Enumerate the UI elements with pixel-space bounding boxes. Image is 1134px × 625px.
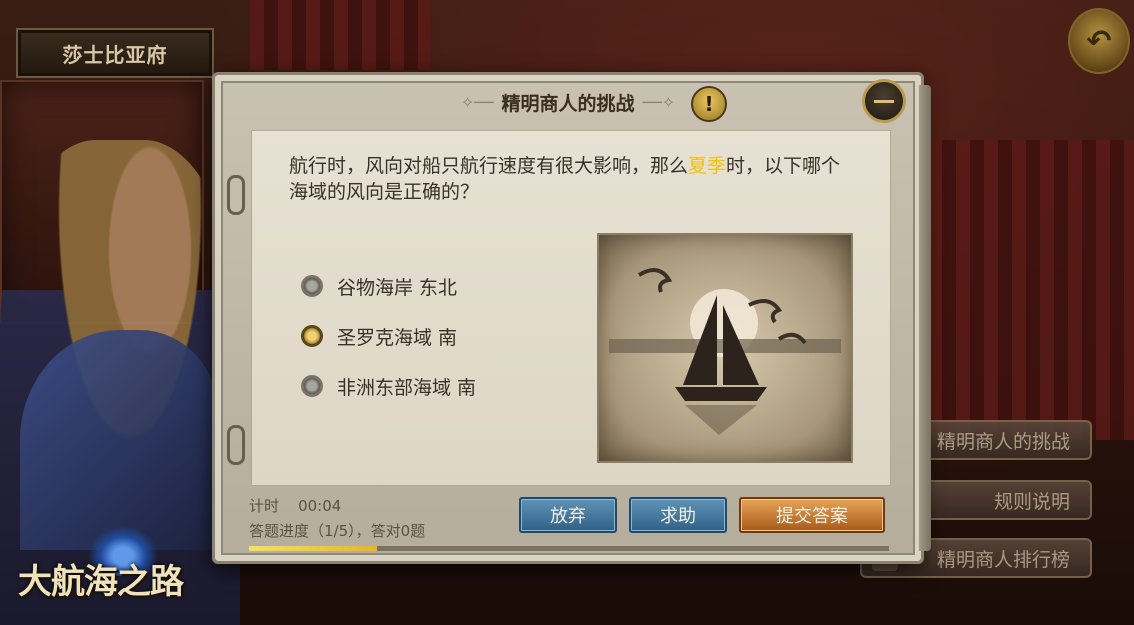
dialog-header: ✧── 精明商人的挑战 ──✧ <box>215 87 921 117</box>
radio-selected-icon[interactable] <box>301 325 323 347</box>
challenge-dialog: ✧── 精明商人的挑战 ──✧ ! 航行时，风向对船只航行速度有很大影响，那么夏… <box>212 72 931 564</box>
abandon-button[interactable]: 放弃 <box>519 497 617 533</box>
answer-options: 谷物海岸 东北 圣罗克海域 南 非洲东部海域 南 <box>301 261 476 411</box>
question-highlight: 夏季 <box>688 155 727 177</box>
character-cape <box>20 330 220 550</box>
help-button[interactable]: 求助 <box>629 497 727 533</box>
side-menu-label: 规则说明 <box>993 490 1070 513</box>
minimize-button[interactable] <box>862 79 906 123</box>
side-menu-label: 精明商人的挑战 <box>936 430 1070 453</box>
submit-answer-button[interactable]: 提交答案 <box>739 497 885 533</box>
binder-ring-icon <box>227 175 245 215</box>
answer-label: 圣罗克海域 南 <box>337 326 458 349</box>
progress-text: 答题进度（1/5），答对0题 <box>249 522 426 540</box>
answer-option[interactable]: 非洲东部海域 南 <box>301 361 476 411</box>
title-ornament-icon: ──✧ <box>642 92 676 112</box>
back-button[interactable]: ↶ <box>1068 8 1130 74</box>
answer-option[interactable]: 谷物海岸 东北 <box>301 261 476 311</box>
answer-label: 非洲东部海域 南 <box>337 376 477 399</box>
binder-ring-icon <box>227 425 245 465</box>
answer-option[interactable]: 圣罗克海域 南 <box>301 311 476 361</box>
sailboat-icon <box>609 268 841 435</box>
timer-value: 00:04 <box>298 497 342 515</box>
minus-icon <box>874 99 894 103</box>
timer: 计时 00:04 <box>249 495 341 516</box>
location-title: 莎士比亚府 <box>16 28 214 78</box>
background-curtain <box>900 140 1134 440</box>
answer-label: 谷物海岸 东北 <box>337 276 458 299</box>
back-arrow-icon: ↶ <box>1086 23 1112 59</box>
dialog-page-edge <box>919 85 931 551</box>
background-curtain <box>250 0 430 70</box>
dialog-title: 精明商人的挑战 <box>501 92 635 115</box>
progress-bar <box>249 546 889 551</box>
logo-text: 大航海之路 <box>18 562 184 602</box>
progress-bar-fill <box>249 546 377 551</box>
exclamation-icon: ! <box>704 92 714 116</box>
question-part: 航行时，风向对船只航行速度有很大影响，那么 <box>289 155 689 177</box>
question-text: 航行时，风向对船只航行速度有很大影响，那么夏季时，以下哪个海域的风向是正确的？ <box>289 153 849 205</box>
title-ornament-icon: ✧── <box>460 92 494 112</box>
timer-label: 计时 <box>249 497 280 515</box>
radio-icon[interactable] <box>301 275 323 297</box>
radio-icon[interactable] <box>301 375 323 397</box>
side-menu-label: 精明商人排行榜 <box>936 548 1070 571</box>
game-logo: 大航海之路 <box>18 526 218 608</box>
sailboat-illustration <box>597 233 853 463</box>
info-button[interactable]: ! <box>691 86 727 122</box>
